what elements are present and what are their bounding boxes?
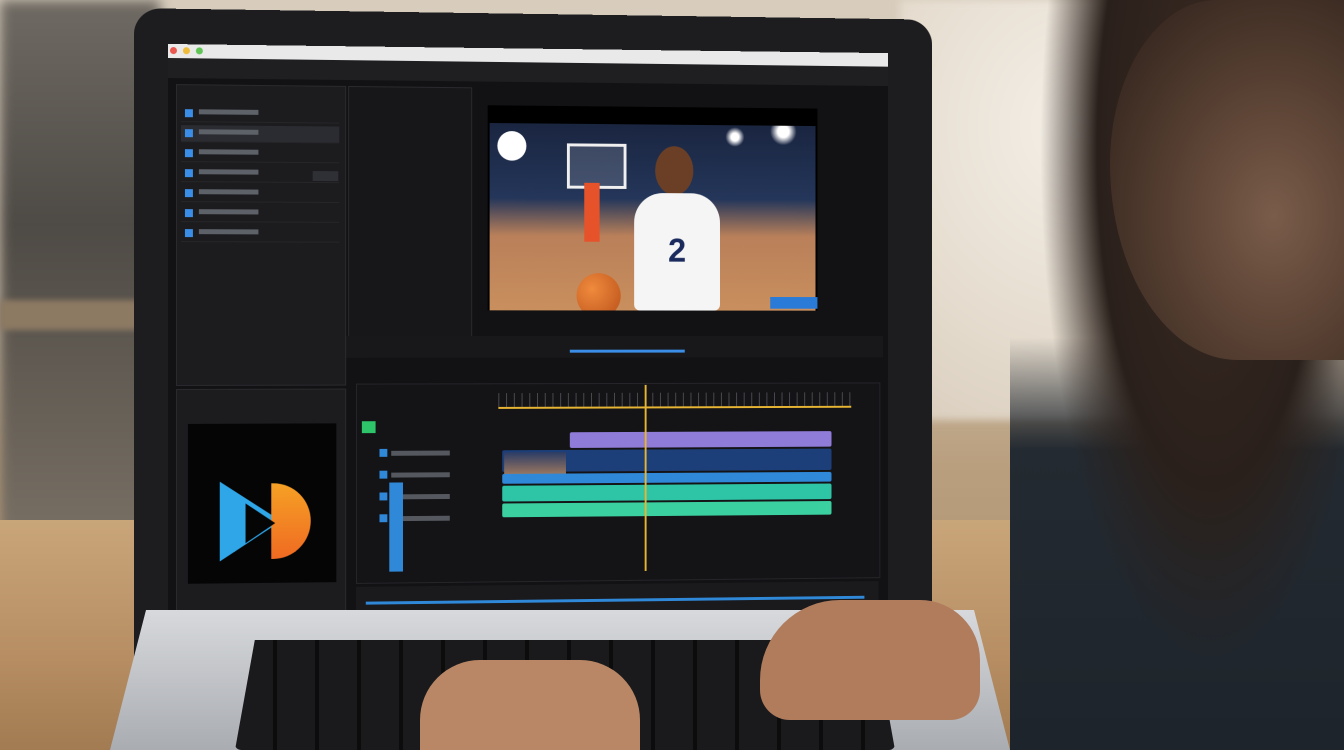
list-item[interactable]: [180, 125, 340, 144]
hoop-pole: [584, 182, 600, 242]
track-level-bar: [389, 482, 403, 572]
maximize-dot-icon[interactable]: [195, 47, 203, 55]
folder-icon: [184, 109, 193, 118]
preview-frame: 2: [489, 123, 816, 311]
list-item[interactable]: [180, 145, 340, 164]
item-label: [198, 189, 259, 195]
item-label: [198, 109, 259, 115]
panel-action-button[interactable]: [312, 171, 339, 182]
list-item[interactable]: [180, 225, 340, 243]
file-icon: [184, 169, 193, 178]
scrub-bar[interactable]: [569, 349, 685, 353]
video-icon: [184, 189, 193, 198]
arena-lights: [489, 123, 816, 185]
audio-icon: [184, 209, 193, 218]
close-dot-icon[interactable]: [169, 47, 177, 55]
music-clip[interactable]: [502, 501, 832, 518]
item-label: [198, 209, 259, 215]
item-label: [198, 149, 259, 155]
left-hand: [420, 660, 640, 750]
item-label: [198, 129, 259, 135]
preview-tag[interactable]: [770, 297, 818, 309]
list-item[interactable]: [180, 105, 340, 124]
track-label: [391, 472, 450, 478]
track-icon[interactable]: [379, 470, 388, 479]
logo-inner-cutout: [245, 503, 276, 544]
project-panel: [175, 84, 347, 386]
basketball-icon: [576, 273, 621, 311]
image-icon: [184, 229, 193, 238]
right-hand: [760, 600, 980, 720]
list-item[interactable]: [180, 185, 340, 203]
team-logo-icon: [497, 130, 527, 161]
playhead[interactable]: [644, 384, 647, 571]
item-label: [198, 229, 259, 235]
track-label: [391, 450, 450, 456]
audio-clip[interactable]: [502, 483, 832, 502]
minimize-dot-icon[interactable]: [182, 47, 190, 55]
player-head: [655, 146, 694, 196]
laptop-screen: 2: [168, 44, 888, 624]
effects-panel: [348, 85, 473, 346]
title-clip[interactable]: [569, 431, 832, 448]
jersey-number: 2: [668, 232, 687, 270]
track-icon[interactable]: [379, 448, 388, 457]
file-icon: [184, 149, 193, 158]
timeline-ruler[interactable]: [498, 392, 852, 409]
status-indicator: [361, 421, 376, 434]
list-item[interactable]: [180, 205, 340, 223]
track-icon[interactable]: [379, 514, 388, 523]
track-icon[interactable]: [379, 492, 388, 501]
folder-icon: [184, 129, 193, 138]
transport-controls[interactable]: [346, 335, 884, 358]
item-label: [198, 169, 259, 175]
